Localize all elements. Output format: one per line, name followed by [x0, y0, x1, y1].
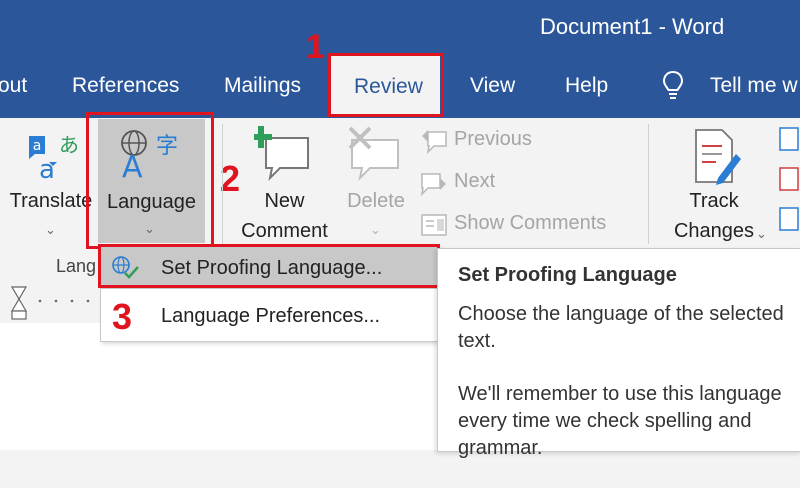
indent-marker-icon[interactable] — [10, 285, 100, 321]
delete-comment-button[interactable]: Delete ⌄ — [340, 122, 412, 244]
translate-label: Translate — [9, 190, 93, 212]
tooltip-body: Choose the language of the selected text… — [458, 301, 788, 488]
show-comments-button[interactable]: Show Comments — [418, 210, 628, 240]
chevron-down-icon: ⌄ — [370, 222, 381, 237]
menu-item-language-preferences[interactable]: Language Preferences... — [101, 295, 439, 337]
translate-button[interactable]: a あ a Translate ⌄ — [5, 122, 97, 244]
track-changes-label-line1: Track — [689, 190, 739, 212]
svg-text:a: a — [33, 138, 42, 154]
next-label: Next — [454, 170, 496, 192]
previous-comment-icon — [422, 130, 447, 154]
next-comment-icon — [420, 173, 446, 196]
language-group-label: Lang — [56, 256, 97, 276]
translate-icon: a あ a — [29, 133, 77, 182]
tell-me-search[interactable]: Tell me w — [710, 74, 798, 98]
new-comment-icon — [254, 126, 309, 182]
svg-text:a: a — [39, 155, 55, 182]
svg-text:あ: あ — [59, 133, 77, 157]
chevron-down-icon: ⌄ — [756, 226, 767, 241]
lightbulb-icon[interactable] — [662, 70, 684, 100]
language-preferences-label: Language Preferences... — [161, 305, 381, 327]
annotation-box-set-proofing — [98, 244, 440, 288]
next-comment-button[interactable]: Next — [418, 168, 628, 198]
track-changes-label-line2: Changes — [673, 220, 755, 242]
set-proofing-language-tooltip: Set Proofing Language Choose the languag… — [437, 248, 800, 459]
ribbon-separator — [648, 124, 649, 244]
new-comment-label-line1: New — [264, 190, 305, 212]
annotation-box-language — [86, 112, 214, 249]
chevron-down-icon: ⌄ — [45, 222, 56, 237]
new-comment-label-line2: Comment — [241, 220, 328, 242]
annotation-step-3: 3 — [112, 296, 133, 337]
ribbon-separator — [222, 124, 223, 244]
delete-label: Delete — [347, 190, 405, 212]
show-comments-label: Show Comments — [454, 212, 607, 234]
tooltip-paragraph: Choose the language of the selected text… — [458, 303, 784, 352]
annotation-box-review — [328, 53, 444, 117]
review-pane-icons[interactable] — [778, 126, 800, 236]
annotation-step-1: 1 — [306, 28, 325, 66]
tab-layout[interactable]: out — [0, 74, 27, 98]
tab-view[interactable]: View — [470, 74, 515, 98]
track-changes-button[interactable]: Track Changes ⌄ — [656, 122, 772, 244]
ruler — [0, 283, 100, 323]
new-comment-button[interactable]: New Comment — [232, 122, 337, 244]
show-comments-icon — [421, 214, 447, 236]
tooltip-title: Set Proofing Language — [458, 264, 677, 286]
tab-mailings[interactable]: Mailings — [224, 74, 301, 98]
tab-help[interactable]: Help — [565, 74, 608, 98]
window-title: Document1 - Word — [540, 14, 725, 39]
tab-references[interactable]: References — [72, 74, 179, 98]
track-changes-icon — [695, 129, 741, 185]
previous-comment-button[interactable]: Previous — [418, 126, 628, 156]
previous-label: Previous — [454, 128, 532, 150]
delete-comment-icon — [348, 126, 399, 182]
